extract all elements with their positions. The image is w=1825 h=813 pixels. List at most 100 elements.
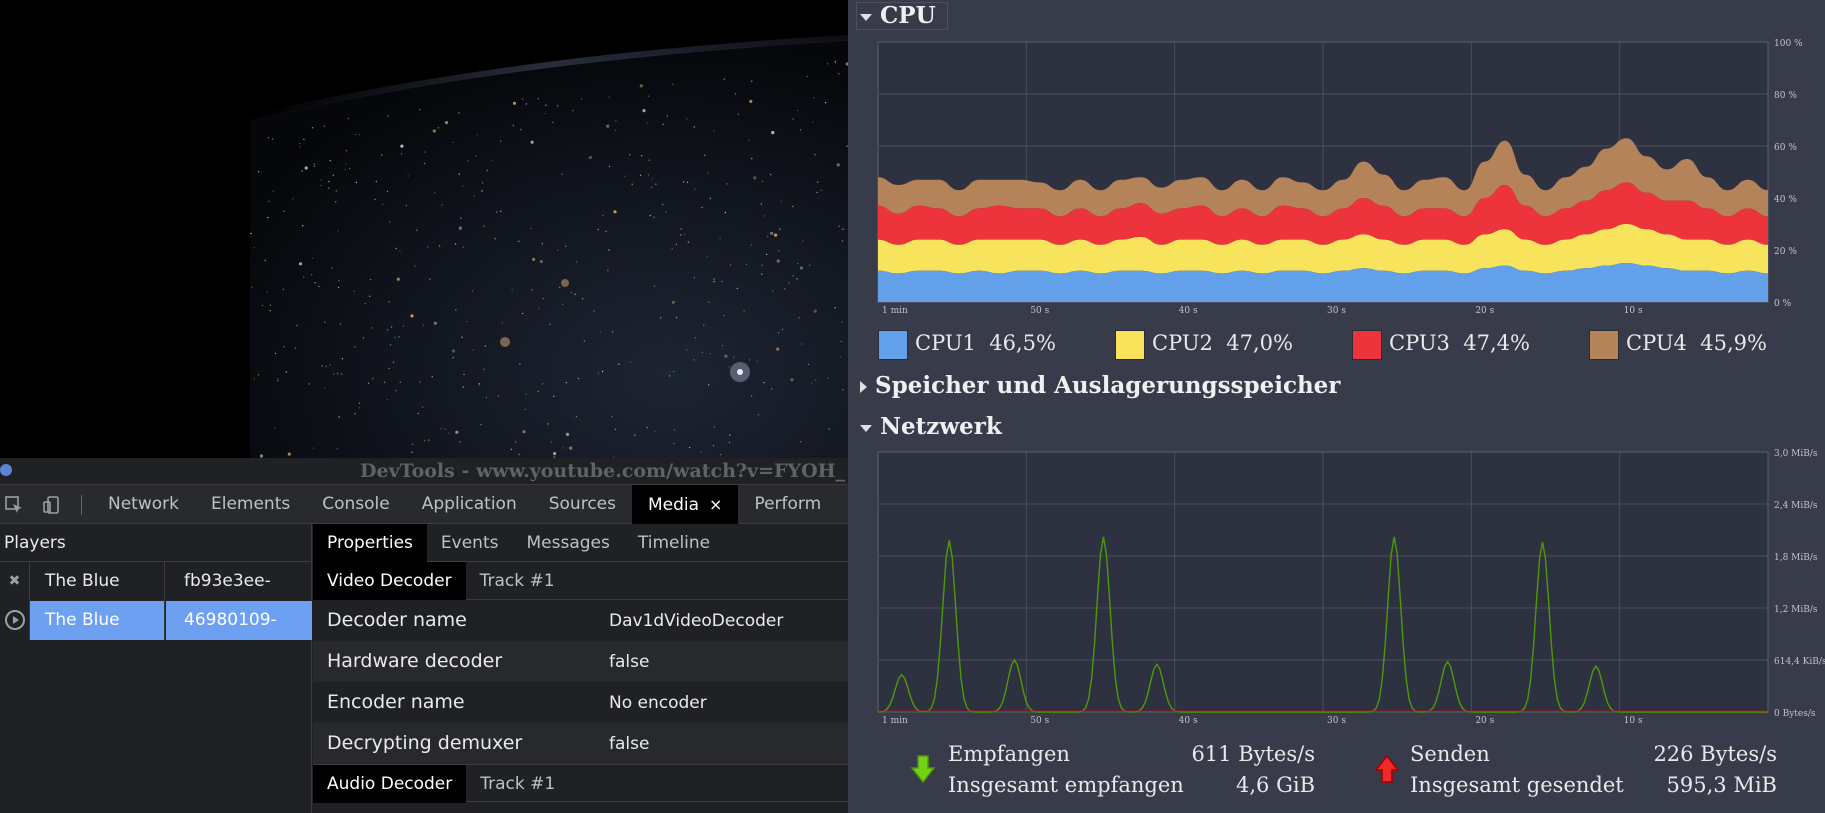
play-circle-icon[interactable]	[0, 601, 30, 640]
cpu3-legend: CPU3 47,4%	[1389, 331, 1530, 355]
total-received-label: Insgesamt empfangen	[948, 773, 1184, 797]
total-received-value: 4,6 GiB	[1236, 773, 1315, 797]
video-decoder-tabs: Video Decoder Track #1	[313, 562, 848, 600]
cpu-y-tick-label: 20 %	[1774, 247, 1797, 257]
tab-console[interactable]: Console	[306, 485, 406, 524]
tab-network[interactable]: Network	[92, 485, 195, 524]
tab-media[interactable]: Media ×	[631, 485, 739, 524]
tab-application[interactable]: Application	[406, 485, 533, 524]
cpu-x-tick-label: 10 s	[1624, 306, 1643, 316]
tab-performance[interactable]: Perform	[738, 485, 837, 524]
inspect-element-icon[interactable]	[4, 495, 24, 515]
cpu-x-tick-label: 40 s	[1179, 306, 1198, 316]
network-x-tick-label: 30 s	[1327, 716, 1346, 726]
network-chart: 3,0 MiB/s 2,4 MiB/s 1,8 MiB/s 1,2 MiB/s 614,…	[877, 449, 1825, 726]
total-sent-value: 595,3 MiB	[1666, 773, 1777, 797]
cpu-chart: 100 % 80 % 60 % 40 % 20 % 0 % 1 min 50 s 40 s 30 …	[877, 39, 1803, 316]
network-x-tick-label: 50 s	[1030, 716, 1049, 726]
players-header: Players	[0, 524, 311, 562]
player-id[interactable]: 46980109-	[166, 601, 312, 640]
network-x-tick-label: 1 min	[882, 716, 908, 726]
received-value: 611 Bytes/s	[1191, 742, 1315, 766]
properties-list: Decoder name Dav1dVideoDecoder Hardware …	[313, 600, 848, 764]
subtab-properties[interactable]: Properties	[313, 524, 427, 562]
network-x-tick-label: 10 s	[1624, 716, 1643, 726]
video-decoder-tab[interactable]: Video Decoder	[313, 562, 466, 600]
property-key: Decoder name	[327, 609, 467, 631]
memory-section-header[interactable]: Speicher und Auslagerungsspeicher	[860, 372, 1340, 399]
network-y-tick-label: 2,4 MiB/s	[1774, 501, 1818, 511]
network-section-header[interactable]: Netzwerk	[860, 413, 1002, 440]
cpu4-color-swatch[interactable]	[1589, 330, 1619, 360]
players-panel: Players ✖ The Blue fb93e3ee- The Blue 46…	[0, 524, 312, 813]
cpu-x-tick-label: 20 s	[1475, 306, 1494, 316]
network-y-tick-label: 1,8 MiB/s	[1774, 553, 1818, 563]
property-key: Hardware decoder	[327, 650, 503, 672]
devtools-titlebar: DevTools - www.youtube.com/watch?v=FYOH_	[0, 458, 848, 484]
network-x-tick-label: 40 s	[1179, 716, 1198, 726]
device-toolbar-icon[interactable]	[42, 495, 62, 515]
upload-arrow-icon	[1374, 754, 1400, 783]
tab-sources[interactable]: Sources	[533, 485, 632, 524]
network-y-tick-label: 614,4 KiB/s	[1774, 657, 1825, 667]
property-value: false	[609, 734, 650, 754]
property-row: Decoder name Dav1dVideoDecoder	[313, 600, 848, 641]
player-name[interactable]: The Blue	[30, 562, 165, 601]
audio-decoder-tabs: Audio Decoder Track #1	[313, 764, 848, 803]
network-x-tick-label: 20 s	[1475, 716, 1494, 726]
system-monitor-panel: CPU 100 % 80 % 60 % 40 % 20 % 0 % 1 min 50 s 40 …	[848, 0, 1825, 813]
devtools-panel: DevTools - www.youtube.com/watch?v=FYOH_…	[0, 458, 848, 813]
download-arrow-icon	[910, 755, 936, 784]
cpu-y-tick-label: 100 %	[1774, 39, 1803, 49]
devtools-logo-icon	[0, 464, 12, 476]
close-tab-icon[interactable]: ×	[709, 495, 722, 514]
video-track-tab[interactable]: Track #1	[466, 562, 569, 600]
property-value: false	[609, 652, 650, 672]
subtab-events[interactable]: Events	[427, 524, 513, 562]
property-row: Encoder name No encoder	[313, 682, 848, 723]
audio-decoder-tab[interactable]: Audio Decoder	[313, 765, 467, 803]
media-subtabs: Properties Events Messages Timeline	[313, 524, 848, 562]
cpu2-color-swatch[interactable]	[1115, 330, 1145, 360]
cpu-x-tick-label: 50 s	[1030, 306, 1049, 316]
collapsed-arrow-icon	[860, 381, 867, 393]
property-value: Dav1dVideoDecoder	[609, 611, 784, 631]
property-row: Hardware decoder false	[313, 641, 848, 682]
cpu-y-tick-label: 40 %	[1774, 195, 1797, 205]
cpu2-legend: CPU2 47,0%	[1152, 331, 1293, 355]
cpu-y-tick-label: 0 %	[1774, 299, 1792, 309]
cpu3-color-swatch[interactable]	[1352, 330, 1382, 360]
cpu-y-tick-label: 60 %	[1774, 143, 1797, 153]
audio-track-tab[interactable]: Track #1	[466, 765, 569, 803]
player-name[interactable]: The Blue	[30, 601, 165, 640]
network-y-tick-label: 3,0 MiB/s	[1774, 449, 1818, 459]
property-value: No encoder	[609, 693, 707, 713]
sent-value: 226 Bytes/s	[1653, 742, 1777, 766]
devtools-window-title: DevTools - www.youtube.com/watch?v=FYOH_	[360, 460, 846, 482]
tab-elements[interactable]: Elements	[195, 485, 306, 524]
devtools-tabs: Network Elements Console Application Sou…	[92, 485, 837, 524]
cpu1-color-swatch[interactable]	[878, 330, 908, 360]
player-row-selected[interactable]: The Blue 46980109-	[0, 601, 312, 640]
cpu-y-tick-label: 80 %	[1774, 91, 1797, 101]
subtab-timeline[interactable]: Timeline	[624, 524, 724, 562]
total-sent-label: Insgesamt gesendet	[1410, 773, 1624, 797]
cpu-x-tick-label: 30 s	[1327, 306, 1346, 316]
property-key: Decrypting demuxer	[327, 732, 523, 754]
property-key: Encoder name	[327, 691, 465, 713]
player-id[interactable]: fb93e3ee-	[166, 562, 312, 601]
video-frame[interactable]	[0, 0, 848, 458]
left-panel: DevTools - www.youtube.com/watch?v=FYOH_…	[0, 0, 848, 813]
player-properties-panel: Properties Events Messages Timeline Vide…	[313, 524, 848, 813]
cpu1-legend: CPU1 46,5%	[915, 331, 1056, 355]
property-row: Decrypting demuxer false	[313, 723, 848, 764]
devtools-toolbar: Network Elements Console Application Sou…	[0, 484, 848, 524]
cpu-x-tick-label: 1 min	[882, 306, 908, 316]
close-icon[interactable]: ✖	[0, 562, 30, 601]
toolbar-divider	[81, 495, 82, 515]
subtab-messages[interactable]: Messages	[512, 524, 623, 562]
sent-label: Senden	[1410, 742, 1490, 766]
network-y-tick-label: 0 Bytes/s	[1774, 709, 1816, 719]
player-row[interactable]: ✖ The Blue fb93e3ee-	[0, 562, 311, 601]
network-y-tick-label: 1,2 MiB/s	[1774, 605, 1818, 615]
